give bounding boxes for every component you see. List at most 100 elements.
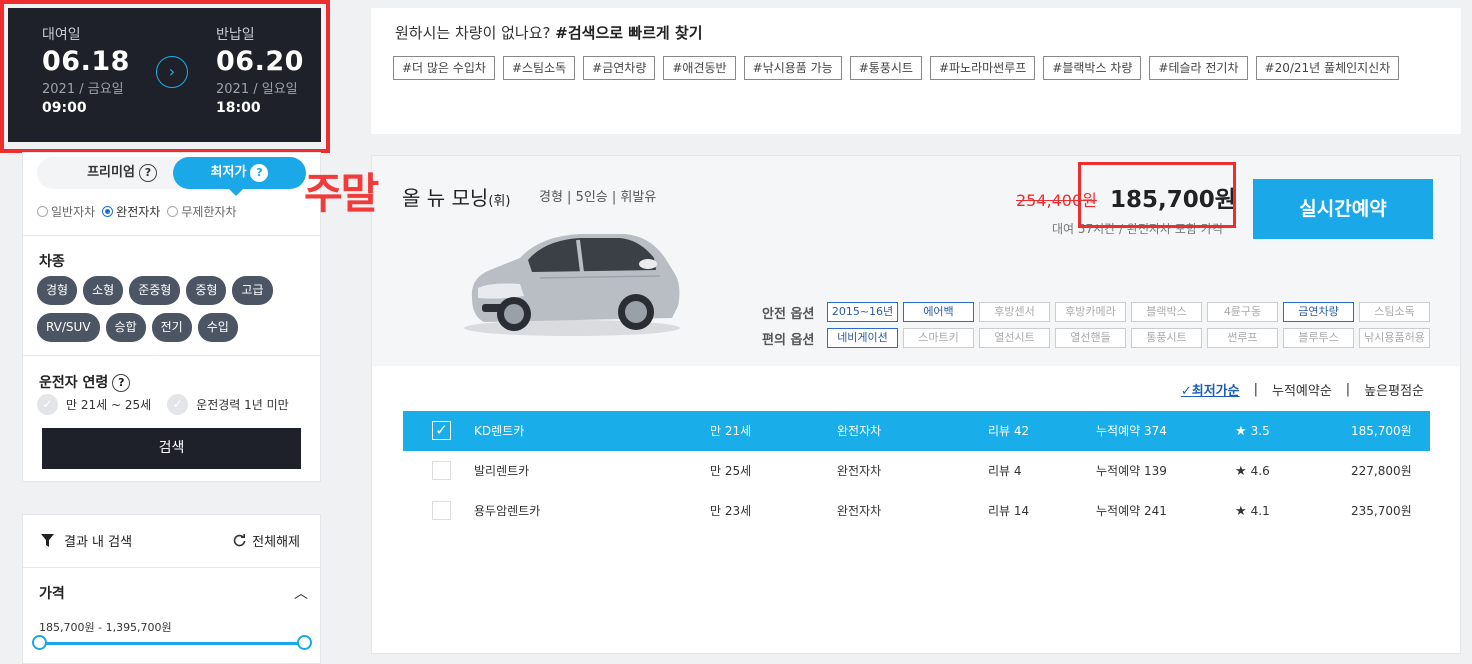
price-slider-max-handle[interactable] bbox=[297, 635, 312, 650]
option-badge: 금연차량 bbox=[1283, 302, 1354, 322]
radio-insurance-unlimited[interactable]: 무제한자차 bbox=[167, 203, 237, 220]
radio-insurance-full[interactable]: 완전자차 bbox=[102, 203, 160, 220]
company-row[interactable]: ✓ KD렌트카 만 21세 완전자차 리뷰 42 누적예약 374 ★ 3.5 1… bbox=[403, 411, 1430, 451]
rating-value: 4.1 bbox=[1250, 504, 1270, 518]
price-filter-title: 가격 bbox=[39, 586, 65, 602]
option-badge: 썬루프 bbox=[1207, 328, 1278, 348]
chip-car-type[interactable]: 승합 bbox=[105, 313, 146, 342]
tab-lowest[interactable]: 최저가? bbox=[173, 157, 306, 189]
chip-car-type[interactable]: RV/SUV bbox=[37, 313, 100, 342]
company-price: 227,800원 bbox=[1351, 464, 1412, 478]
rental-period-panel[interactable]: 대여일 06.18 2021 / 금요일 09:00 › 반납일 06.20 2… bbox=[8, 8, 321, 142]
tab-premium[interactable]: 프리미엄? bbox=[67, 157, 177, 189]
chip-car-type[interactable]: 준중형 bbox=[129, 276, 181, 305]
chip-car-type[interactable]: 고급 bbox=[232, 276, 273, 305]
insurance-options: 일반자차 완전자차 무제한자차 bbox=[37, 203, 237, 220]
quick-search-question: 원하시는 차량이 없나요? bbox=[395, 24, 556, 42]
star-icon: ★ bbox=[1235, 464, 1247, 479]
fuel-suffix: (휘) bbox=[488, 194, 511, 209]
quick-search-heading: 원하시는 차량이 없나요? #검색으로 빠르게 찾기 bbox=[395, 22, 703, 43]
quick-search-panel: 원하시는 차량이 없나요? #검색으로 빠르게 찾기 #더 많은 수입차 #스팀… bbox=[371, 8, 1461, 134]
company-name: KD렌트카 bbox=[474, 424, 525, 438]
tag-button[interactable]: #애견동반 bbox=[663, 56, 736, 80]
checkbox-icon[interactable] bbox=[432, 461, 451, 480]
review-count[interactable]: 리뷰 4 bbox=[988, 451, 1022, 491]
chip-car-type[interactable]: 소형 bbox=[83, 276, 124, 305]
min-age: 만 21세 bbox=[710, 424, 752, 438]
start-date-block[interactable]: 대여일 06.18 2021 / 금요일 09:00 bbox=[42, 24, 130, 116]
tag-button[interactable]: #낚시용품 가능 bbox=[743, 56, 842, 80]
company-name: 발리렌트카 bbox=[474, 464, 530, 478]
age-option-label: 운전경력 1년 미만 bbox=[196, 398, 289, 412]
rating: ★ 3.5 bbox=[1235, 411, 1270, 452]
price-slider-min-handle[interactable] bbox=[32, 635, 47, 650]
tab-premium-label: 프리미엄 bbox=[87, 165, 135, 180]
tag-button[interactable]: #블랙박스 차량 bbox=[1043, 56, 1142, 80]
chevron-right-icon[interactable]: › bbox=[156, 56, 188, 88]
car-name[interactable]: 올 뉴 모닝(휘) bbox=[402, 182, 510, 211]
car-spec: 경형 | 5인승 | 휘발유 bbox=[539, 190, 657, 205]
chip-car-type[interactable]: 전기 bbox=[151, 313, 192, 342]
review-count[interactable]: 리뷰 14 bbox=[988, 491, 1029, 531]
tag-button[interactable]: #금연차량 bbox=[583, 56, 656, 80]
tag-button[interactable]: #파노라마썬루프 bbox=[929, 56, 1036, 80]
sort-options: ✓최저가순 | 누적예약순 | 높은평점순 bbox=[1181, 380, 1424, 399]
sort-top-rated[interactable]: 높은평점순 bbox=[1364, 380, 1424, 399]
car-summary: 올 뉴 모닝(휘) 경형 | 5인승 | 휘발유 254,400원 185,70… bbox=[372, 156, 1460, 366]
age-option-new-driver[interactable]: ✓ 운전경력 1년 미만 bbox=[167, 394, 289, 415]
help-icon[interactable]: ? bbox=[250, 163, 269, 182]
check-icon: ✓ bbox=[1180, 384, 1192, 399]
tag-button[interactable]: #통풍시트 bbox=[849, 56, 922, 80]
company-price: 185,700원 bbox=[1351, 424, 1412, 438]
chip-car-type[interactable]: 중형 bbox=[186, 276, 227, 305]
radio-label: 완전자차 bbox=[116, 205, 161, 219]
chip-car-type[interactable]: 경형 bbox=[37, 276, 78, 305]
checkbox-icon[interactable] bbox=[432, 501, 451, 520]
separator: | bbox=[1345, 382, 1351, 397]
option-badge: 후방센서 bbox=[979, 302, 1050, 322]
company-row[interactable]: 발리렌트카 만 25세 완전자차 리뷰 4 누적예약 139 ★ 4.6 227,… bbox=[403, 451, 1430, 491]
option-badge: 네비게이션 bbox=[827, 328, 898, 348]
end-year-day: 2021 / 일요일 bbox=[216, 82, 298, 97]
tag-button[interactable]: #스팀소독 bbox=[502, 56, 576, 80]
help-icon[interactable]: ? bbox=[112, 374, 131, 392]
reset-all-button[interactable]: 전체해제 bbox=[233, 531, 300, 550]
option-badge: 후방카메라 bbox=[1055, 302, 1126, 322]
divider bbox=[23, 355, 320, 356]
option-badge: 낚시용품허용 bbox=[1359, 328, 1430, 348]
chevron-up-icon[interactable]: ︿ bbox=[294, 583, 308, 603]
sort-lowest-price[interactable]: ✓최저가순 bbox=[1181, 380, 1240, 399]
driver-age-label: 운전자 연령 bbox=[39, 375, 109, 391]
age-option-21-25[interactable]: ✓ 만 21세 ~ 25세 bbox=[37, 394, 151, 415]
tag-button[interactable]: #테슬라 전기차 bbox=[1149, 56, 1248, 80]
option-badge: 에어백 bbox=[903, 302, 974, 322]
tag-list: #더 많은 수입차 #스팀소독 #금연차량 #애견동반 #낚시용품 가능 #통풍… bbox=[393, 56, 1453, 80]
radio-insurance-basic[interactable]: 일반자차 bbox=[37, 203, 95, 220]
option-badge: 열선핸들 bbox=[1055, 328, 1126, 348]
start-date: 06.18 bbox=[42, 46, 130, 77]
rating: ★ 4.6 bbox=[1235, 451, 1270, 492]
price-tabs: 프리미엄? 최저가? bbox=[37, 157, 306, 189]
option-badge: 4륜구동 bbox=[1207, 302, 1278, 322]
car-name-text: 올 뉴 모닝 bbox=[402, 186, 489, 210]
sort-most-booked[interactable]: 누적예약순 bbox=[1272, 380, 1332, 399]
car-type-title: 차종 bbox=[39, 254, 65, 270]
result-search[interactable]: 결과 내 검색 bbox=[41, 531, 132, 550]
divider bbox=[23, 235, 320, 236]
tag-button[interactable]: #더 많은 수입차 bbox=[393, 56, 495, 80]
price-slider-track[interactable] bbox=[39, 642, 305, 645]
convenience-options: 편의 옵션 네비게이션 스마트키 열선시트 열선핸들 통풍시트 썬루프 블루투스… bbox=[762, 328, 1430, 348]
review-count[interactable]: 리뷰 42 bbox=[988, 411, 1029, 451]
booking-count: 누적예약 241 bbox=[1096, 504, 1167, 518]
safety-options: 안전 옵션 2015~16년 에어백 후방센서 후방카메라 블랙박스 4륜구동 … bbox=[762, 302, 1430, 322]
refresh-icon bbox=[233, 534, 246, 547]
option-badge: 블랙박스 bbox=[1131, 302, 1202, 322]
chip-car-type[interactable]: 수입 bbox=[197, 313, 238, 342]
tag-button[interactable]: #20/21년 풀체인지신차 bbox=[1255, 56, 1400, 80]
company-row[interactable]: 용두암렌트카 만 23세 완전자차 리뷰 14 누적예약 241 ★ 4.1 23… bbox=[403, 491, 1430, 531]
reserve-button[interactable]: 실시간예약 bbox=[1253, 179, 1433, 239]
end-date-block[interactable]: 반납일 06.20 2021 / 일요일 18:00 bbox=[216, 24, 304, 116]
checkbox-checked-icon[interactable]: ✓ bbox=[432, 421, 451, 440]
help-icon[interactable]: ? bbox=[138, 163, 157, 182]
search-button[interactable]: 검색 bbox=[42, 428, 301, 469]
